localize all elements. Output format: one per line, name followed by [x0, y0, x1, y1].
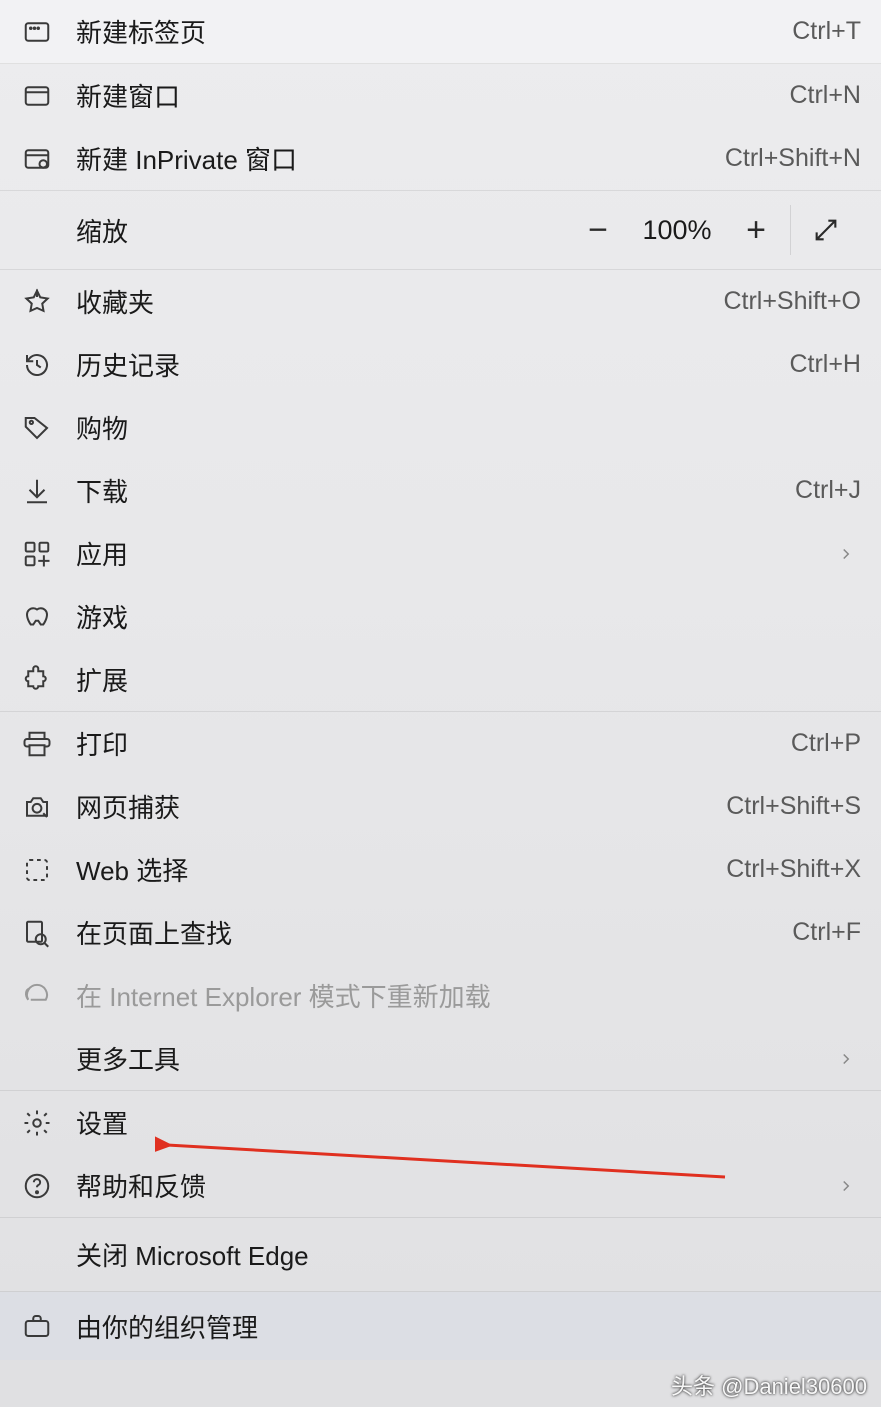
menu-label: 扩展 [76, 661, 861, 698]
menu-item-find[interactable]: 在页面上查找 Ctrl+F [0, 901, 881, 964]
menu-item-zoom: 缩放 − 100% + [0, 191, 881, 269]
menu-item-web-select[interactable]: Web 选择 Ctrl+Shift+X [0, 838, 881, 901]
web-select-icon [22, 855, 76, 885]
menu-shortcut: Ctrl+Shift+N [725, 144, 861, 173]
menu-shortcut: Ctrl+Shift+S [726, 792, 861, 821]
menu-label: 更多工具 [76, 1040, 831, 1077]
menu-item-history[interactable]: 历史记录 Ctrl+H [0, 333, 881, 396]
menu-label: 在 Internet Explorer 模式下重新加载 [76, 977, 861, 1014]
menu-label: 应用 [76, 535, 831, 572]
menu-label: 下载 [76, 472, 795, 509]
menu-label: 购物 [76, 409, 861, 446]
new-tab-icon [22, 17, 76, 47]
menu-item-extensions[interactable]: 扩展 [0, 648, 881, 711]
menu-item-web-capture[interactable]: 网页捕获 Ctrl+Shift+S [0, 775, 881, 838]
fullscreen-button[interactable] [791, 191, 861, 269]
zoom-in-button[interactable]: + [722, 191, 790, 269]
gear-icon [22, 1108, 76, 1138]
menu-label: 缩放 [76, 212, 564, 249]
chevron-right-icon [831, 1177, 861, 1195]
menu-label: 关闭 Microsoft Edge [76, 1236, 861, 1273]
menu-label: Web 选择 [76, 851, 726, 888]
menu-shortcut: Ctrl+N [789, 81, 861, 110]
menu-shortcut: Ctrl+J [795, 476, 861, 505]
zoom-controls: − 100% + [564, 191, 861, 269]
window-icon [22, 81, 76, 111]
menu-item-shopping[interactable]: 购物 [0, 396, 881, 459]
menu-label: 历史记录 [76, 346, 789, 383]
menu-item-ie-mode: 在 Internet Explorer 模式下重新加载 [0, 964, 881, 1027]
print-icon [22, 729, 76, 759]
menu-item-print[interactable]: 打印 Ctrl+P [0, 712, 881, 775]
menu-label: 收藏夹 [76, 283, 723, 320]
inprivate-icon [22, 144, 76, 174]
menu-label: 帮助和反馈 [76, 1167, 831, 1204]
menu-item-new-window[interactable]: 新建窗口 Ctrl+N [0, 64, 881, 127]
games-icon [22, 602, 76, 632]
menu-item-close-edge[interactable]: 关闭 Microsoft Edge [0, 1218, 881, 1291]
edge-main-menu: 新建标签页 Ctrl+T 新建窗口 Ctrl+N 新建 InPrivate 窗口… [0, 0, 881, 1360]
extensions-icon [22, 665, 76, 695]
menu-item-apps[interactable]: 应用 [0, 522, 881, 585]
menu-label: 设置 [76, 1104, 861, 1141]
menu-label: 游戏 [76, 598, 861, 635]
menu-shortcut: Ctrl+H [789, 350, 861, 379]
menu-item-inprivate[interactable]: 新建 InPrivate 窗口 Ctrl+Shift+N [0, 127, 881, 190]
menu-shortcut: Ctrl+Shift+O [723, 287, 861, 316]
tag-icon [22, 413, 76, 443]
star-icon [22, 287, 76, 317]
menu-item-new-tab[interactable]: 新建标签页 Ctrl+T [0, 0, 881, 63]
menu-shortcut: Ctrl+T [792, 17, 861, 46]
menu-item-more-tools[interactable]: 更多工具 [0, 1027, 881, 1090]
watermark-text: 头条 @Daniel30600 [671, 1369, 867, 1401]
menu-label: 新建 InPrivate 窗口 [76, 140, 725, 177]
menu-shortcut: Ctrl+F [792, 918, 861, 947]
history-icon [22, 350, 76, 380]
chevron-right-icon [831, 545, 861, 563]
menu-shortcut: Ctrl+P [791, 729, 861, 758]
find-icon [22, 918, 76, 948]
menu-item-favorites[interactable]: 收藏夹 Ctrl+Shift+O [0, 270, 881, 333]
menu-label: 网页捕获 [76, 788, 726, 825]
menu-item-games[interactable]: 游戏 [0, 585, 881, 648]
menu-label: 打印 [76, 725, 791, 762]
menu-item-managed-by-org[interactable]: 由你的组织管理 [0, 1292, 881, 1360]
menu-shortcut: Ctrl+Shift+X [726, 855, 861, 884]
menu-label: 新建窗口 [76, 77, 789, 114]
download-icon [22, 476, 76, 506]
apps-icon [22, 539, 76, 569]
zoom-out-button[interactable]: − [564, 191, 632, 269]
zoom-value: 100% [632, 215, 722, 246]
menu-label: 由你的组织管理 [76, 1308, 861, 1345]
ie-icon [22, 981, 76, 1011]
menu-item-downloads[interactable]: 下载 Ctrl+J [0, 459, 881, 522]
menu-label: 新建标签页 [76, 13, 792, 50]
chevron-right-icon [831, 1050, 861, 1068]
camera-icon [22, 792, 76, 822]
help-icon [22, 1171, 76, 1201]
menu-item-settings[interactable]: 设置 [0, 1091, 881, 1154]
menu-item-help[interactable]: 帮助和反馈 [0, 1154, 881, 1217]
briefcase-icon [22, 1311, 76, 1341]
menu-label: 在页面上查找 [76, 914, 792, 951]
